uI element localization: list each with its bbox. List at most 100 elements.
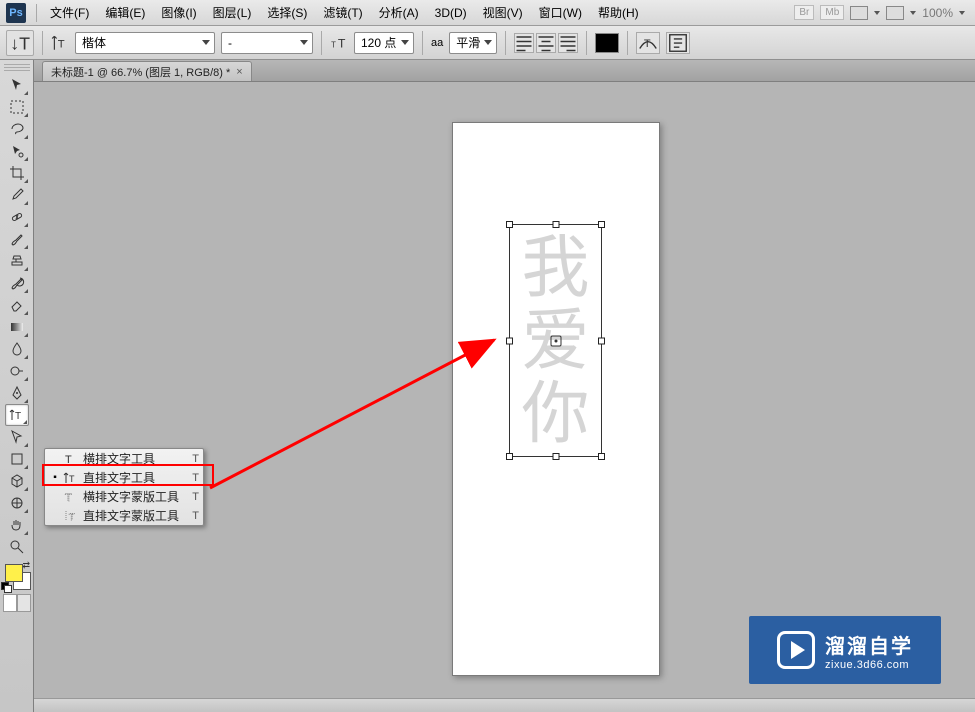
shape-tool[interactable] [5, 448, 29, 470]
document-canvas[interactable]: 我 爱 你 [452, 122, 660, 676]
resize-handle[interactable] [506, 221, 513, 228]
svg-text:T: T [338, 36, 346, 50]
document-tab-title: 未标题-1 @ 66.7% (图层 1, RGB/8) * [51, 64, 230, 80]
crop-tool[interactable] [5, 162, 29, 184]
menu-select[interactable]: 选择(S) [260, 1, 314, 24]
align-bottom-button[interactable] [558, 33, 578, 53]
svg-text:T: T [58, 38, 65, 50]
clone-stamp-tool[interactable] [5, 250, 29, 272]
default-colors-icon[interactable] [1, 582, 11, 592]
healing-brush-tool[interactable] [5, 206, 29, 228]
gradient-tool[interactable] [5, 316, 29, 338]
dodge-tool[interactable] [5, 360, 29, 382]
3d-object-tool[interactable] [5, 470, 29, 492]
toolbox-grip[interactable] [4, 64, 30, 72]
menu-edit[interactable]: 编辑(E) [98, 1, 152, 24]
text-tool[interactable]: T [5, 404, 29, 426]
svg-text:↓T: ↓T [10, 33, 30, 53]
text-tool-flyout: T 横排文字工具 T ▪ T 直排文字工具 T T 横排文字蒙版工具 T T 直… [44, 448, 204, 526]
document-tab[interactable]: 未标题-1 @ 66.7% (图层 1, RGB/8) * × [42, 61, 252, 81]
warp-text-button[interactable]: T [636, 32, 660, 54]
font-family-combo[interactable]: 楷体 [75, 32, 215, 54]
font-size-combo[interactable]: 120 点 [354, 32, 414, 54]
marquee-tool[interactable] [5, 96, 29, 118]
anti-alias-label: aa [431, 37, 443, 49]
svg-text:T: T [644, 38, 651, 50]
annotation-red-rect [42, 464, 214, 486]
font-size-value: 120 点 [361, 34, 396, 51]
canvas-scrollbar-horizontal[interactable] [34, 698, 975, 712]
menu-filter[interactable]: 滤镜(T) [316, 1, 369, 24]
menu-layer[interactable]: 图层(L) [206, 1, 259, 24]
close-tab-icon[interactable]: × [236, 66, 242, 78]
pen-tool[interactable] [5, 382, 29, 404]
toolbox: T ⇄ [0, 60, 34, 712]
bridge-button[interactable]: Br [794, 5, 814, 20]
resize-handle[interactable] [552, 221, 559, 228]
text-bounding-box[interactable]: 我 爱 你 [509, 224, 602, 457]
foreground-color-swatch[interactable] [5, 564, 23, 582]
resize-handle[interactable] [598, 337, 605, 344]
quickmask-mode-button[interactable] [17, 594, 31, 612]
transform-center-icon[interactable] [550, 335, 561, 346]
history-brush-tool[interactable] [5, 272, 29, 294]
eyedropper-tool[interactable] [5, 184, 29, 206]
character-panel-button[interactable] [666, 32, 690, 54]
minibridge-button[interactable]: Mb [820, 5, 844, 20]
tool-preset-button[interactable]: ↓T [6, 30, 34, 56]
watermark-badge: 溜溜自学 zixue.3d66.com [749, 616, 941, 684]
resize-handle[interactable] [598, 221, 605, 228]
svg-text:T: T [331, 40, 336, 49]
hand-tool[interactable] [5, 514, 29, 536]
zoom-tool[interactable] [5, 536, 29, 558]
svg-text:T: T [69, 512, 75, 522]
swap-colors-icon[interactable]: ⇄ [23, 560, 33, 570]
menu-image[interactable]: 图像(I) [154, 1, 203, 24]
font-size-icon: TT [330, 34, 348, 52]
blur-tool[interactable] [5, 338, 29, 360]
menu-analysis[interactable]: 分析(A) [372, 1, 426, 24]
font-style-value: - [228, 36, 232, 50]
resize-handle[interactable] [506, 337, 513, 344]
align-top-button[interactable] [514, 33, 534, 53]
menu-3d[interactable]: 3D(D) [428, 3, 474, 23]
watermark-title: 溜溜自学 [825, 630, 913, 659]
font-style-combo[interactable]: - [221, 32, 313, 54]
svg-text:T: T [65, 492, 72, 504]
anti-alias-value: 平滑 [456, 34, 480, 51]
flyout-item-horizontal-mask[interactable]: T 横排文字蒙版工具 T [45, 487, 203, 506]
menu-help[interactable]: 帮助(H) [591, 1, 646, 24]
menu-window[interactable]: 窗口(W) [532, 1, 589, 24]
text-color-swatch[interactable] [595, 33, 619, 53]
menu-view[interactable]: 视图(V) [476, 1, 530, 24]
eraser-tool[interactable] [5, 294, 29, 316]
menu-right-area: Br Mb 100% [794, 5, 975, 20]
resize-handle[interactable] [506, 453, 513, 460]
lasso-tool[interactable] [5, 118, 29, 140]
move-tool[interactable] [5, 74, 29, 96]
standard-mode-button[interactable] [3, 594, 17, 612]
menu-divider [36, 4, 37, 22]
watermark-subtitle: zixue.3d66.com [825, 659, 909, 671]
view-extras-button[interactable] [850, 6, 868, 20]
resize-handle[interactable] [552, 453, 559, 460]
font-family-value: 楷体 [82, 34, 106, 51]
text-orientation-button[interactable]: T [51, 34, 69, 52]
resize-handle[interactable] [598, 453, 605, 460]
color-swatches: ⇄ [3, 562, 31, 590]
svg-text:T: T [15, 411, 21, 422]
zoom-level-display[interactable]: 100% [922, 6, 953, 20]
document-tabstrip: 未标题-1 @ 66.7% (图层 1, RGB/8) * × [34, 60, 975, 82]
flyout-item-vertical-mask[interactable]: T 直排文字蒙版工具 T [45, 506, 203, 525]
align-center-button[interactable] [536, 33, 556, 53]
3d-camera-tool[interactable] [5, 492, 29, 514]
brush-tool[interactable] [5, 228, 29, 250]
path-selection-tool[interactable] [5, 426, 29, 448]
menu-file[interactable]: 文件(F) [43, 1, 96, 24]
screen-mode-button[interactable] [886, 6, 904, 20]
horizontal-mask-text-icon: T [61, 489, 79, 505]
anti-alias-combo[interactable]: 平滑 [449, 32, 497, 54]
quick-selection-tool[interactable] [5, 140, 29, 162]
app-logo: Ps [6, 3, 26, 23]
options-bar: ↓T T 楷体 - TT 120 点 aa 平滑 T [0, 26, 975, 60]
